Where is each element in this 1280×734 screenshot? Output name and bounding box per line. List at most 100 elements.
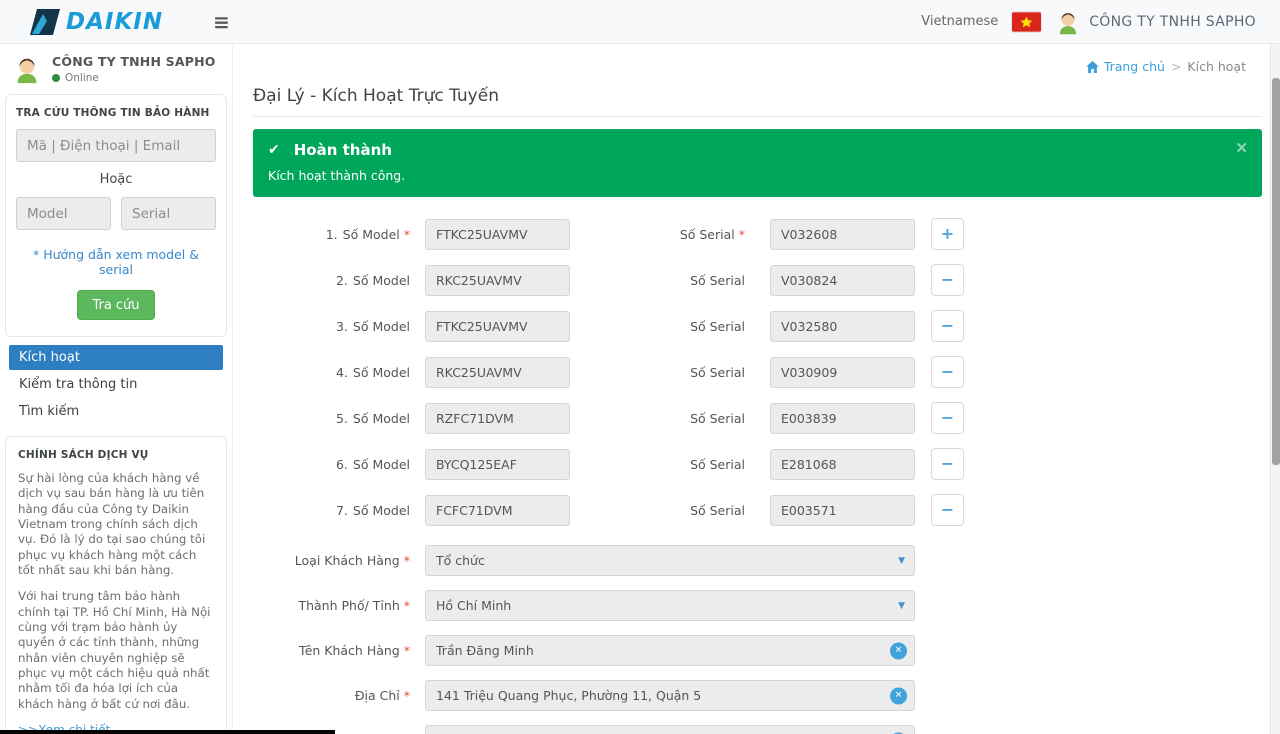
lookup-model-input[interactable] bbox=[16, 197, 111, 230]
alert-message: Kích hoạt thành công. bbox=[268, 168, 1247, 183]
remove-row-button[interactable]: − bbox=[931, 448, 964, 480]
breadcrumb-current: Kích hoạt bbox=[1187, 59, 1246, 74]
serial-label: Số Serial* bbox=[570, 227, 745, 242]
model-input-5[interactable] bbox=[425, 403, 570, 434]
device-row-3: 3.Số Model Số Serial − bbox=[253, 310, 1262, 342]
city-row: Thành Phố/ Tỉnh* Hồ Chí Minh ▼ bbox=[253, 590, 1262, 621]
remove-row-button[interactable]: − bbox=[931, 356, 964, 388]
bottom-black-bar bbox=[0, 730, 335, 734]
serial-input-5[interactable] bbox=[770, 403, 915, 434]
city-label: Thành Phố/ Tỉnh* bbox=[253, 598, 410, 613]
vietnam-flag-icon[interactable] bbox=[1012, 12, 1041, 32]
model-label: 3.Số Model bbox=[253, 319, 410, 334]
lookup-submit-button[interactable]: Tra cứu bbox=[77, 290, 155, 320]
required-mark: * bbox=[404, 643, 410, 658]
breadcrumb-home-link[interactable]: Trang chủ bbox=[1086, 59, 1165, 74]
sidebar-item-tim-kiem[interactable]: Tìm kiếm bbox=[9, 399, 223, 424]
plus-icon: + bbox=[941, 226, 954, 242]
minus-icon: − bbox=[941, 502, 954, 518]
sidebar-item-kiem-tra-thong-tin[interactable]: Kiểm tra thông tin bbox=[9, 372, 223, 397]
device-row-4: 4.Số Model Số Serial − bbox=[253, 356, 1262, 388]
model-label: 2.Số Model bbox=[253, 273, 410, 288]
serial-input-2[interactable] bbox=[770, 265, 915, 296]
customer-type-label: Loại Khách Hàng* bbox=[253, 553, 410, 568]
serial-label: Số Serial bbox=[570, 457, 745, 472]
online-status-dot bbox=[52, 74, 60, 82]
model-label: 4.Số Model bbox=[253, 365, 410, 380]
minus-icon: − bbox=[941, 318, 954, 334]
serial-input-7[interactable] bbox=[770, 495, 915, 526]
remove-row-button[interactable]: − bbox=[931, 494, 964, 526]
model-label: 5.Số Model bbox=[253, 411, 410, 426]
minus-icon: − bbox=[941, 456, 954, 472]
model-input-2[interactable] bbox=[425, 265, 570, 296]
sidebar-user-name: CÔNG TY TNHH SAPHO bbox=[52, 54, 216, 69]
address-row: Địa Chỉ* ✕ bbox=[253, 680, 1262, 711]
chevron-down-icon: ▼ bbox=[898, 601, 905, 611]
model-label: 1.Số Model* bbox=[253, 227, 410, 242]
device-row-2: 2.Số Model Số Serial − bbox=[253, 264, 1262, 296]
clear-icon[interactable]: ✕ bbox=[890, 687, 907, 704]
close-icon[interactable]: ✕ bbox=[1235, 139, 1248, 157]
main-content: Trang chủ > Kích hoạt Đại Lý - Kích Hoạt… bbox=[233, 45, 1270, 734]
chevron-down-icon: ▼ bbox=[898, 556, 905, 566]
serial-label: Số Serial bbox=[570, 411, 745, 426]
alert-title: Hoàn thành bbox=[294, 141, 392, 159]
serial-input-1[interactable] bbox=[770, 219, 915, 250]
warranty-lookup-card: TRA CỨU THÔNG TIN BẢO HÀNH Hoặc * Hướng … bbox=[5, 94, 227, 337]
customer-type-select[interactable]: Tổ chức bbox=[425, 545, 915, 576]
model-input-6[interactable] bbox=[425, 449, 570, 480]
model-input-1[interactable] bbox=[425, 219, 570, 250]
policy-paragraph: Với hai trung tâm bảo hành chính tại TP.… bbox=[18, 589, 214, 712]
serial-input-4[interactable] bbox=[770, 357, 915, 388]
success-alert: ✔ Hoàn thành Kích hoạt thành công. ✕ bbox=[253, 129, 1262, 197]
remove-row-button[interactable]: − bbox=[931, 310, 964, 342]
daikin-logo[interactable]: DAIKIN bbox=[30, 9, 163, 35]
required-mark: * bbox=[739, 227, 745, 242]
city-select[interactable]: Hồ Chí Minh bbox=[425, 590, 915, 621]
lookup-code-input[interactable] bbox=[16, 129, 216, 162]
user-panel: CÔNG TY TNHH SAPHO Online bbox=[0, 45, 232, 92]
serial-label: Số Serial bbox=[570, 503, 745, 518]
customer-name-input[interactable] bbox=[425, 635, 915, 666]
model-serial-guide-link[interactable]: * Hướng dẫn xem model & serial bbox=[16, 247, 216, 277]
model-input-4[interactable] bbox=[425, 357, 570, 388]
account-menu[interactable]: CÔNG TY TNHH SAPHO bbox=[1055, 9, 1256, 35]
sidebar-item-kich-hoat[interactable]: Kích hoạt bbox=[9, 345, 223, 370]
page-title: Đại Lý - Kích Hoạt Trực Tuyến bbox=[253, 86, 1262, 117]
model-input-3[interactable] bbox=[425, 311, 570, 342]
breadcrumb: Trang chủ > Kích hoạt bbox=[253, 59, 1262, 74]
check-icon: ✔ bbox=[268, 142, 280, 158]
address-input[interactable] bbox=[425, 680, 915, 711]
top-header: DAIKIN ≡ Vietnamese CÔNG TY TNHH SAPHO bbox=[0, 0, 1280, 44]
customer-name-row: Tên Khách Hàng* ✕ bbox=[253, 635, 1262, 666]
daikin-logo-text: DAIKIN bbox=[66, 9, 163, 35]
lookup-serial-input[interactable] bbox=[121, 197, 216, 230]
sidebar: CÔNG TY TNHH SAPHO Online TRA CỨU THÔNG … bbox=[0, 45, 233, 734]
device-row-6: 6.Số Model Số Serial − bbox=[253, 448, 1262, 480]
serial-input-6[interactable] bbox=[770, 449, 915, 480]
online-status-label: Online bbox=[65, 72, 99, 84]
vertical-scrollbar[interactable] bbox=[1270, 44, 1280, 734]
required-mark: * bbox=[404, 598, 410, 613]
remove-row-button[interactable]: − bbox=[931, 402, 964, 434]
partial-next-row: ✕ bbox=[253, 725, 1262, 734]
model-input-7[interactable] bbox=[425, 495, 570, 526]
partial-input[interactable] bbox=[425, 725, 915, 734]
required-mark: * bbox=[404, 227, 410, 242]
serial-input-3[interactable] bbox=[770, 311, 915, 342]
model-label: 7.Số Model bbox=[253, 503, 410, 518]
serial-label: Số Serial bbox=[570, 365, 745, 380]
daikin-logo-mark bbox=[30, 9, 60, 35]
clear-icon[interactable]: ✕ bbox=[890, 642, 907, 659]
serial-label: Số Serial bbox=[570, 319, 745, 334]
policy-paragraph: Sự hài lòng của khách hàng về dịch vụ sa… bbox=[18, 471, 214, 578]
remove-row-button[interactable]: − bbox=[931, 264, 964, 296]
add-row-button[interactable]: + bbox=[931, 218, 964, 250]
model-label: 6.Số Model bbox=[253, 457, 410, 472]
hamburger-icon[interactable]: ≡ bbox=[213, 12, 230, 32]
language-label: Vietnamese bbox=[921, 14, 998, 29]
customer-type-row: Loại Khách Hàng* Tổ chức ▼ bbox=[253, 545, 1262, 576]
address-label: Địa Chỉ* bbox=[253, 688, 410, 703]
scrollbar-thumb[interactable] bbox=[1272, 78, 1280, 465]
